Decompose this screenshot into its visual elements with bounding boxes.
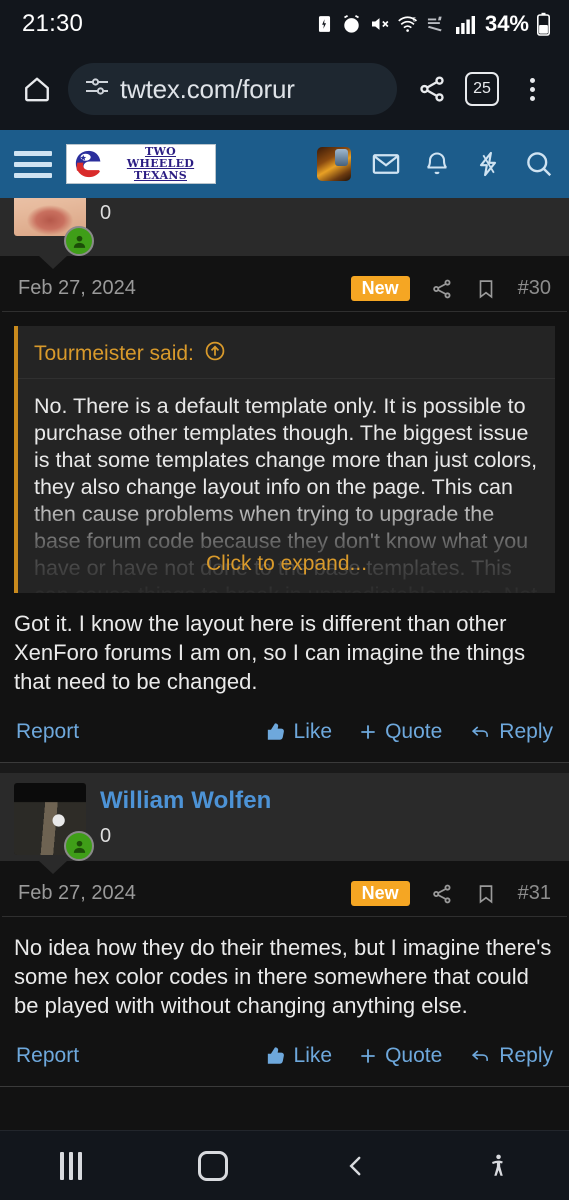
user-avatar-icon[interactable]	[317, 147, 351, 181]
post-body: Got it. I know the layout here is differ…	[14, 611, 526, 694]
quote-label: Quote	[385, 1044, 443, 1067]
svg-text:6: 6	[412, 16, 416, 23]
report-button[interactable]: Report	[16, 1044, 79, 1068]
post-number[interactable]: #31	[518, 882, 551, 905]
quote-block[interactable]: Tourmeister said: No. There is a default…	[14, 326, 555, 593]
quote-text: No. There is a default template only. It…	[18, 379, 555, 593]
url-text: twtex.com/forur	[120, 73, 295, 104]
jump-to-post-icon[interactable]	[204, 340, 226, 368]
reply-button[interactable]: Reply	[468, 720, 553, 744]
post-meta-actions: New #31	[350, 881, 551, 906]
post-actions: Report Like Quote Reply	[0, 706, 569, 762]
battery-saver-icon	[315, 13, 334, 35]
home-button-icon[interactable]	[173, 1136, 253, 1196]
post-divider	[0, 1086, 569, 1087]
helmet-logo-icon	[74, 149, 104, 179]
reaction-count: 0	[100, 202, 112, 224]
status-badge: New	[350, 881, 410, 906]
speech-tail	[38, 255, 68, 269]
forum-header: TWO WHEELED TEXANS	[0, 130, 569, 198]
back-icon[interactable]	[316, 1136, 396, 1196]
report-button[interactable]: Report	[16, 720, 79, 744]
post-body: No idea how they do their themes, but I …	[14, 935, 552, 1018]
post-author-name[interactable]: William Wolfen	[100, 787, 271, 815]
battery-icon	[536, 12, 551, 36]
quote-label: Quote	[385, 720, 443, 743]
like-label: Like	[293, 720, 333, 743]
mute-icon	[369, 14, 390, 34]
post-author-bar: 0	[0, 198, 569, 269]
online-status-icon	[64, 831, 94, 861]
browser-toolbar: twtex.com/forur 25	[0, 48, 569, 130]
hamburger-menu-icon[interactable]	[14, 150, 52, 178]
reply-label: Reply	[499, 1044, 553, 1067]
battery-percent-label: 34%	[484, 11, 529, 36]
site-settings-icon[interactable]	[84, 76, 110, 103]
quote-button[interactable]: Quote	[358, 720, 442, 744]
quote-author-label: Tourmeister said:	[34, 342, 194, 365]
recents-icon[interactable]	[31, 1136, 111, 1196]
signal-bars-icon	[455, 15, 476, 34]
post-meta-row: Feb 27, 2024 New #31	[2, 861, 567, 917]
status-bar: 21:30 6 34%	[0, 0, 569, 48]
share-icon[interactable]	[409, 66, 455, 112]
search-icon[interactable]	[523, 148, 555, 180]
reply-label: Reply	[499, 720, 553, 743]
mobile-data-icon	[427, 15, 449, 33]
share-icon[interactable]	[430, 882, 454, 906]
quote-header: Tourmeister said:	[18, 326, 555, 379]
post-author-meta: William Wolfen 0	[100, 783, 271, 855]
whats-new-icon[interactable]	[472, 148, 504, 180]
forum-header-icons	[317, 147, 555, 181]
tab-count-label: 25	[465, 72, 499, 106]
logo-line-2: TEXANS	[133, 169, 188, 182]
post-meta-actions: New #30	[350, 276, 551, 301]
post-date: Feb 27, 2024	[18, 277, 136, 299]
post-date: Feb 27, 2024	[18, 882, 136, 904]
alarm-icon	[341, 14, 362, 35]
avatar[interactable]	[14, 783, 94, 861]
like-button[interactable]: Like	[265, 720, 333, 744]
post-meta-row: Feb 27, 2024 New #30	[2, 256, 567, 312]
speech-tail	[38, 860, 68, 874]
status-icon-group: 6 34%	[315, 11, 551, 37]
post-author-bar: William Wolfen 0	[0, 773, 569, 874]
home-icon[interactable]	[14, 66, 60, 112]
share-icon[interactable]	[430, 277, 454, 301]
inbox-icon[interactable]	[370, 148, 402, 180]
post-number[interactable]: #30	[518, 277, 551, 300]
site-logo-text: TWO WHEELED TEXANS	[111, 146, 210, 182]
kebab-menu-icon[interactable]	[509, 66, 555, 112]
avatar[interactable]	[14, 198, 94, 256]
post-author-meta: 0	[100, 198, 111, 250]
reaction-count: 0	[100, 825, 112, 847]
site-logo[interactable]: TWO WHEELED TEXANS	[66, 144, 216, 184]
post-actions: Report Like Quote Reply	[0, 1030, 569, 1086]
like-button[interactable]: Like	[265, 1044, 333, 1068]
logo-line-1: TWO WHEELED	[126, 145, 195, 170]
reply-button[interactable]: Reply	[468, 1044, 553, 1068]
status-clock: 21:30	[22, 10, 84, 37]
accessibility-icon[interactable]	[458, 1136, 538, 1196]
alerts-bell-icon[interactable]	[421, 148, 453, 180]
wifi-6-icon: 6	[397, 14, 420, 34]
android-nav-bar	[0, 1130, 569, 1200]
url-bar[interactable]: twtex.com/forur	[68, 63, 397, 115]
bookmark-icon[interactable]	[474, 882, 498, 906]
tab-counter-button[interactable]: 25	[459, 66, 505, 112]
online-status-icon	[64, 226, 94, 256]
like-label: Like	[293, 1044, 333, 1067]
click-to-expand-link[interactable]: Click to expand...	[18, 550, 555, 577]
quote-button[interactable]: Quote	[358, 1044, 442, 1068]
status-badge: New	[350, 276, 410, 301]
thread-content: 0 Feb 27, 2024 New #30 Tourmeister said:	[0, 198, 569, 1130]
phone-screen: 21:30 6 34% twtex.com/forur 25 TWO WHEEL…	[0, 0, 569, 1200]
post-spacer	[0, 763, 569, 773]
bookmark-icon[interactable]	[474, 277, 498, 301]
